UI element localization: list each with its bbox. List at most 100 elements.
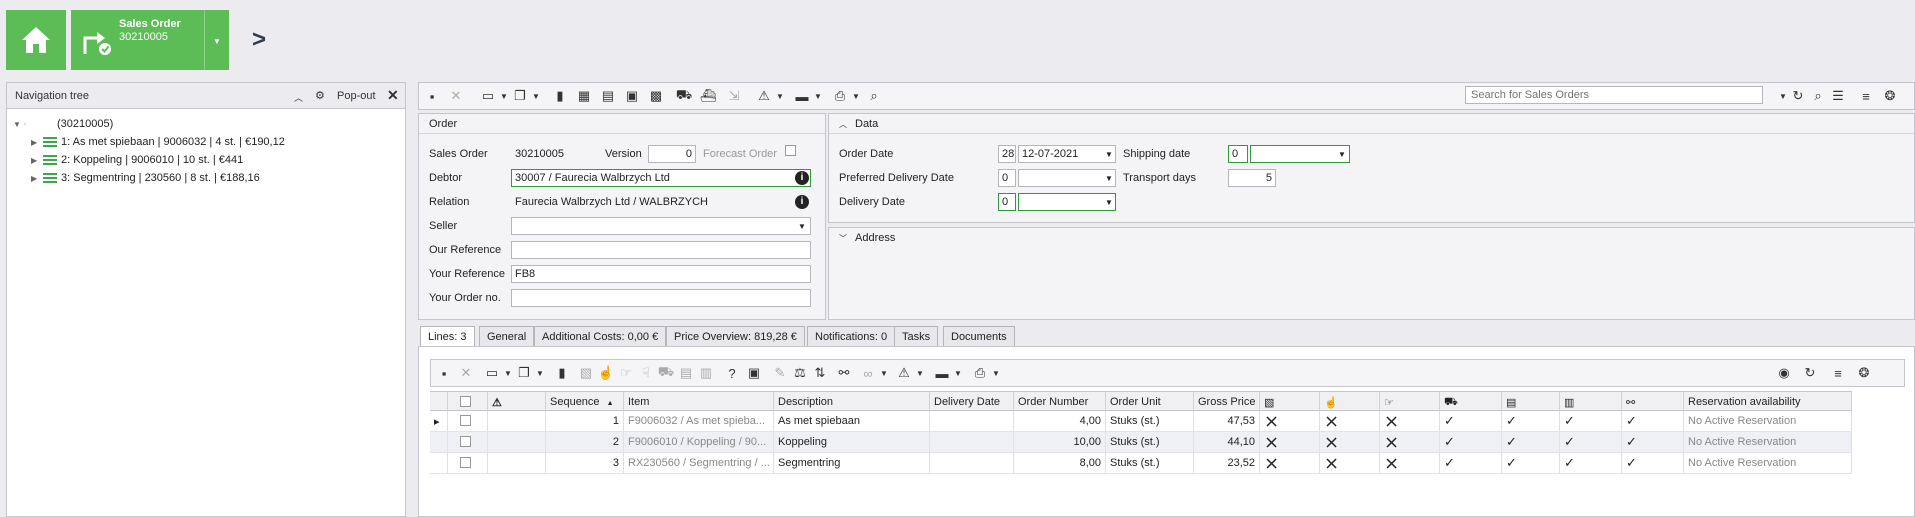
invoice-status-cell[interactable]: ✓ xyxy=(1502,432,1560,453)
hand-column-header[interactable]: ☞ xyxy=(1380,391,1440,411)
invoice-column-header[interactable]: ▤ xyxy=(1502,391,1560,411)
transfer-icon[interactable]: ⇅ xyxy=(811,364,829,382)
info-icon[interactable]: i xyxy=(795,171,809,185)
row-select-cell[interactable] xyxy=(448,411,488,432)
chevron-down-icon[interactable]: ▼ xyxy=(847,87,865,105)
link-icon[interactable]: ⚯ xyxy=(835,364,853,382)
qty-cell[interactable]: 4,00 xyxy=(1014,411,1106,432)
desc-cell[interactable]: Koppeling xyxy=(774,432,930,453)
truck-icon[interactable]: ⛟ xyxy=(675,87,693,105)
export-icon[interactable]: ⇲ xyxy=(725,87,743,105)
reservation-column-header[interactable]: Reservation availability xyxy=(1684,391,1852,411)
chevron-down-icon[interactable]: ▼ xyxy=(798,222,806,231)
tab-general[interactable]: General xyxy=(479,326,535,347)
chevron-down-icon[interactable]: ▼ xyxy=(949,364,967,382)
seq-cell[interactable]: 1 xyxy=(546,411,624,432)
refresh-icon[interactable]: ↻ xyxy=(1801,364,1819,382)
document-copy-icon[interactable]: ▣ xyxy=(623,87,641,105)
chevron-down-icon[interactable]: ▼ xyxy=(771,87,789,105)
chevron-down-icon[interactable]: ▼ xyxy=(531,364,549,382)
address-panel-header[interactable]: ﹀ Address xyxy=(829,228,1914,248)
item-cell[interactable]: F9006010 / Koppeling / 90... xyxy=(624,432,774,453)
reserve-icon[interactable]: ▧ xyxy=(577,364,595,382)
price-cell[interactable]: 23,52 xyxy=(1194,453,1260,474)
link-status-cell[interactable]: ✓ xyxy=(1622,411,1684,432)
caret-right-icon[interactable]: ▶ xyxy=(31,156,41,165)
price-cell[interactable]: 47,53 xyxy=(1194,411,1260,432)
gear-icon[interactable]: ⚙ xyxy=(315,89,325,102)
menu-icon[interactable]: ≡ xyxy=(1857,87,1875,105)
row-select-cell[interactable] xyxy=(448,432,488,453)
eye-icon[interactable]: ◉ xyxy=(1775,364,1793,382)
unit-cell[interactable]: Stuks (st.) xyxy=(1106,453,1194,474)
delivery-status-cell[interactable]: ✓ xyxy=(1440,453,1502,474)
tree-item[interactable]: ▶ 3: Segmentring | 230560 | 8 st. | €188… xyxy=(31,169,260,187)
delivery-date-column-header[interactable]: Delivery Date xyxy=(930,391,1014,411)
description-column-header[interactable]: Description xyxy=(774,391,930,411)
unit-cell[interactable]: Stuks (st.) xyxy=(1106,432,1194,453)
save-icon[interactable]: ▪ xyxy=(435,364,453,382)
invoice-icon[interactable]: ▤ xyxy=(677,364,695,382)
delivery-cell[interactable] xyxy=(930,432,1014,453)
collapse-up-icon[interactable]: ︿ xyxy=(294,91,303,104)
order-date-day-field[interactable]: 28 xyxy=(998,145,1016,163)
reserve-status-cell[interactable]: ⨯ xyxy=(1260,432,1320,453)
menu-icon[interactable]: ≡ xyxy=(1829,364,1847,382)
delete-icon[interactable]: ▮ xyxy=(553,364,571,382)
data-panel-header[interactable]: ︿ Data xyxy=(829,114,1914,134)
price-question-icon[interactable]: ? xyxy=(723,364,741,382)
desc-cell[interactable]: Segmentring xyxy=(774,453,930,474)
order-number-column-header[interactable]: Order Number xyxy=(1014,391,1106,411)
tree-item[interactable]: ▶ 2: Koppeling | 9006010 | 10 st. | €441 xyxy=(31,151,243,169)
ship-icon[interactable]: ⛴ xyxy=(699,87,717,105)
chevron-down-icon[interactable]: ▼ xyxy=(809,87,827,105)
delivery-column-header[interactable]: ⛟ xyxy=(1440,391,1502,411)
chevron-right-icon[interactable]: > xyxy=(252,26,266,54)
approve-status-cell[interactable]: ⨯ xyxy=(1320,432,1380,453)
delivery-day-field[interactable]: 0 xyxy=(998,193,1016,211)
print-doc-icon[interactable]: ▦ xyxy=(575,87,593,105)
tab-price-overview[interactable]: Price Overview: 819,28 € xyxy=(666,326,805,347)
thumbs-up-icon[interactable]: ☝ xyxy=(597,364,615,382)
reserve-status-cell[interactable]: ⨯ xyxy=(1260,453,1320,474)
chevron-down-icon[interactable]: ▼ xyxy=(987,364,1005,382)
hand-check-icon[interactable]: ☞ xyxy=(617,364,635,382)
order-date-field[interactable]: 12-07-2021 xyxy=(1018,145,1116,163)
chevron-down-icon[interactable]: ▼ xyxy=(1105,198,1113,207)
qty-cell[interactable]: 10,00 xyxy=(1014,432,1106,453)
chevron-down-icon[interactable]: ▼ xyxy=(1105,150,1113,159)
preferred-delivery-date-field[interactable] xyxy=(1018,169,1116,187)
tab-notifications[interactable]: Notifications: 0 xyxy=(807,326,896,347)
gross-price-column-header[interactable]: Gross Price xyxy=(1194,391,1260,411)
chevron-down-icon[interactable]: ▼ xyxy=(527,87,545,105)
desc-cell[interactable]: As met spiebaan xyxy=(774,411,930,432)
preview-search-icon[interactable]: ⌕ xyxy=(865,87,883,105)
home-button[interactable] xyxy=(6,10,66,70)
warning-column-header[interactable]: ⚠ xyxy=(488,391,546,411)
tree-item[interactable]: ▶ 1: As met spiebaan | 9006032 | 4 st. |… xyxy=(31,133,285,151)
discard-icon[interactable]: ✕ xyxy=(447,87,465,105)
sequence-column-header[interactable]: Sequence ▲ xyxy=(546,391,624,411)
reservation-cell[interactable]: No Active Reservation xyxy=(1684,453,1852,474)
link-status-cell[interactable]: ✓ xyxy=(1622,432,1684,453)
qty-cell[interactable]: 8,00 xyxy=(1014,453,1106,474)
unit-cell[interactable]: Stuks (st.) xyxy=(1106,411,1194,432)
stock-icon[interactable]: ⚖ xyxy=(791,364,809,382)
tree-root[interactable]: ▼ · (30210005) xyxy=(13,115,113,133)
chevron-down-icon[interactable]: ▼ xyxy=(875,364,893,382)
approve-column-header[interactable]: ☝ xyxy=(1320,391,1380,411)
chevron-down-icon[interactable]: ▼ xyxy=(1105,174,1113,183)
row-checkbox[interactable] xyxy=(460,415,471,426)
delete-icon[interactable]: ▮ xyxy=(551,87,569,105)
search-input[interactable] xyxy=(1465,86,1763,104)
caret-right-icon[interactable]: ▶ xyxy=(31,138,41,147)
caret-right-icon[interactable]: ▶ xyxy=(31,174,41,183)
reserve-column-header[interactable]: ▧ xyxy=(1260,391,1320,411)
discard-icon[interactable]: ✕ xyxy=(457,364,475,382)
delivery-status-cell[interactable]: ✓ xyxy=(1440,432,1502,453)
chevron-down-icon[interactable]: ▼ xyxy=(911,364,929,382)
seq-cell[interactable]: 3 xyxy=(546,453,624,474)
invoice-check-column-header[interactable]: ▥ xyxy=(1560,391,1622,411)
warning-cell[interactable] xyxy=(488,453,546,474)
shipping-date-field[interactable] xyxy=(1250,145,1350,163)
